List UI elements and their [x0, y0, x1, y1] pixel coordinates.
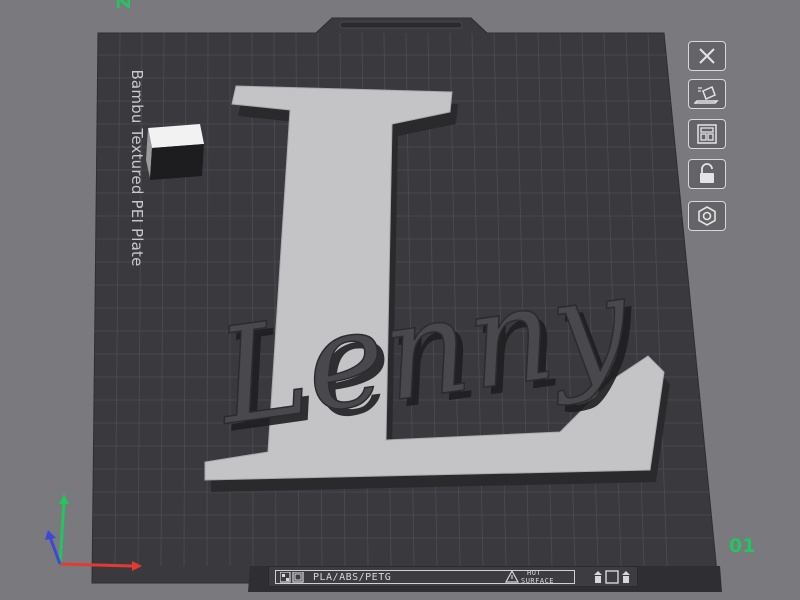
hot-label: HOT [527, 569, 542, 577]
plate-handle [339, 21, 463, 29]
close-plate-button[interactable] [688, 41, 726, 71]
y-axis [58, 501, 66, 565]
unlock-icon [700, 163, 714, 183]
x-icon [699, 48, 715, 64]
lock-button[interactable] [688, 159, 726, 189]
z-axis [48, 536, 62, 565]
x-axis [59, 562, 133, 568]
plate-orientation-icons [594, 570, 630, 584]
auto-orient-button[interactable] [688, 79, 726, 109]
hex-nut-icon [698, 206, 716, 226]
plate-settings-button[interactable] [688, 201, 726, 231]
orient-icon [694, 85, 719, 104]
build-plate-scene[interactable]: Lenny Lenny [0, 0, 800, 600]
warning-icon [505, 570, 519, 583]
arrange-button[interactable] [688, 119, 726, 149]
qr-icon [280, 572, 304, 583]
arrange-icon [697, 124, 717, 144]
wipe-tower-block[interactable] [146, 124, 204, 180]
plate-type-label: Bambu Textured PEI Plate [128, 69, 146, 267]
z-axis-label: Z [112, 0, 134, 10]
material-compatibility-label: PLA/ABS/PETG [313, 572, 392, 583]
surface-label: SURFACE [521, 577, 555, 585]
plate-number: 01 [729, 535, 756, 557]
plate-info-strip: PLA/ABS/PETG HOT SURFACE [268, 566, 638, 587]
